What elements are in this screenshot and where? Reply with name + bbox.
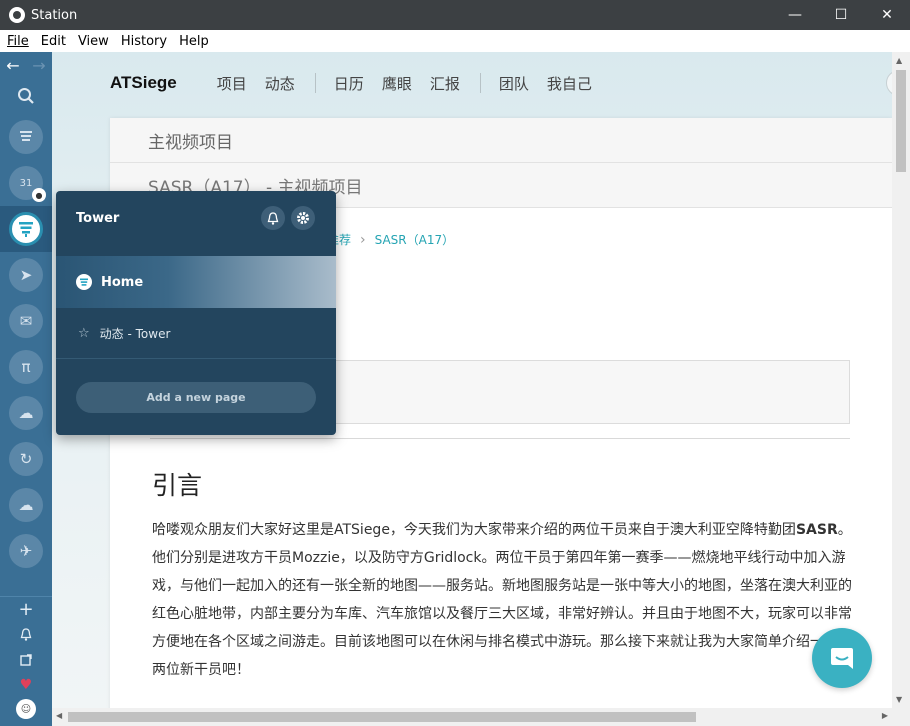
chat-support-button[interactable]: [812, 628, 872, 688]
scroll-down-icon[interactable]: ▼: [896, 695, 902, 704]
bell-icon: [267, 211, 279, 225]
content-divider: [150, 438, 850, 439]
breadcrumb-current[interactable]: SASR（A17）: [375, 231, 454, 248]
brand-logo[interactable]: ATSiege: [110, 73, 177, 93]
nav-reports[interactable]: 汇报: [430, 73, 460, 94]
scroll-right-icon[interactable]: ▶: [882, 711, 888, 720]
dock-app-pi[interactable]: π: [0, 344, 52, 390]
nav-me[interactable]: 我自己: [547, 73, 592, 94]
popover-home-item[interactable]: Home: [56, 256, 336, 308]
chat-bubble-icon: [831, 648, 853, 669]
dock-app-storage[interactable]: ☁: [0, 482, 52, 528]
dock-app-chat[interactable]: ✉: [0, 298, 52, 344]
cursor-icon: ➤: [9, 258, 43, 292]
minimize-button[interactable]: —: [772, 0, 818, 30]
popover-activity-label: 动态 - Tower: [99, 327, 171, 341]
popover-home-label: Home: [101, 274, 144, 290]
station-app-icon: [9, 7, 25, 23]
tower-app-icon: [9, 120, 43, 154]
menu-bar: File Edit View History Help: [0, 30, 910, 52]
tower-popover: Tower Home ☆ 动态 - Tower Add a new page: [56, 191, 336, 435]
menu-view[interactable]: View: [72, 34, 115, 49]
forward-arrow-icon[interactable]: →: [26, 56, 52, 75]
tower-app-icon-active: [9, 212, 43, 246]
horizontal-scrollbar[interactable]: ◀ ▶: [52, 708, 892, 726]
search-icon: [18, 88, 34, 104]
vertical-scrollbar[interactable]: ▲ ▼: [892, 52, 910, 708]
project-header[interactable]: 主视频项目: [110, 118, 892, 163]
dock-app-cursor[interactable]: ➤: [0, 252, 52, 298]
gear-icon: [297, 212, 309, 224]
vertical-scroll-thumb[interactable]: [896, 70, 906, 172]
horizontal-scroll-thumb[interactable]: [68, 712, 696, 722]
orbit-icon: ↻: [9, 442, 43, 476]
nav-separator: [314, 73, 316, 93]
cloud-storage-icon: ☁: [9, 488, 43, 522]
user-avatar-icon[interactable]: ☺: [16, 699, 36, 719]
top-navigation: ATSiege 项目 动态 日历 鹰眼 汇报 团队 我自己: [110, 70, 610, 96]
popover-title: Tower: [76, 211, 120, 226]
external-link-icon[interactable]: [0, 647, 52, 672]
scroll-left-icon[interactable]: ◀: [56, 711, 62, 720]
window-title: Station: [31, 7, 78, 23]
account-badge-icon: ●: [32, 188, 46, 202]
dock-app-send[interactable]: ✈: [0, 528, 52, 574]
scroll-corner: [892, 708, 910, 726]
nav-activity[interactable]: 动态: [265, 73, 295, 94]
chevron-right-icon: ›: [360, 231, 366, 248]
popover-activity-item[interactable]: ☆ 动态 - Tower: [56, 309, 336, 359]
title-bar: Station — ☐ ✕: [0, 0, 910, 30]
menu-edit[interactable]: Edit: [35, 34, 72, 49]
heart-icon[interactable]: ♥: [0, 672, 52, 697]
maximize-button[interactable]: ☐: [818, 0, 864, 30]
send-icon: ✈: [9, 534, 43, 568]
star-icon[interactable]: ☆: [78, 326, 90, 341]
close-button[interactable]: ✕: [864, 0, 910, 30]
dock-app-tower[interactable]: [0, 206, 52, 252]
dock-app-calendar[interactable]: 31 ●: [0, 160, 52, 206]
popover-settings-button[interactable]: [291, 206, 315, 230]
tower-home-icon: [76, 274, 92, 290]
menu-help[interactable]: Help: [173, 34, 215, 49]
popover-notifications-button[interactable]: [261, 206, 285, 230]
dock-app-orbit[interactable]: ↻: [0, 436, 52, 482]
menu-history[interactable]: History: [115, 34, 173, 49]
pi-icon: π: [9, 350, 43, 384]
breadcrumb: 推荐 › SASR（A17）: [327, 231, 454, 248]
body-paragraph: 哈喽观众朋友们大家好这里是ATSiege，今天我们为大家带来介绍的两位干员来自于…: [152, 522, 852, 678]
back-arrow-icon[interactable]: ←: [0, 56, 26, 75]
cloud-icon: ☁: [9, 396, 43, 430]
section-heading: 引言: [152, 471, 203, 500]
app-dock: ← → 31 ● ➤ ✉ π ☁ ↻ ☁ ✈ + ♥ ☺: [0, 52, 52, 726]
dock-app-cloud[interactable]: ☁: [0, 390, 52, 436]
nav-eagle-eye[interactable]: 鹰眼: [382, 73, 412, 94]
nav-team[interactable]: 团队: [499, 73, 529, 94]
nav-calendar[interactable]: 日历: [334, 73, 364, 94]
dock-search-button[interactable]: [0, 78, 52, 114]
nav-separator: [479, 73, 481, 93]
dock-app-tower-alt[interactable]: [0, 114, 52, 160]
add-new-page-button[interactable]: Add a new page: [76, 382, 316, 413]
chat-app-icon: ✉: [9, 304, 43, 338]
scroll-up-icon[interactable]: ▲: [896, 56, 902, 65]
dock-bottom-bar: + ♥ ☺: [0, 596, 52, 726]
nav-projects[interactable]: 项目: [217, 73, 247, 94]
notifications-bell-icon[interactable]: [0, 622, 52, 647]
add-app-icon[interactable]: +: [0, 597, 52, 622]
menu-file[interactable]: File: [1, 34, 35, 49]
